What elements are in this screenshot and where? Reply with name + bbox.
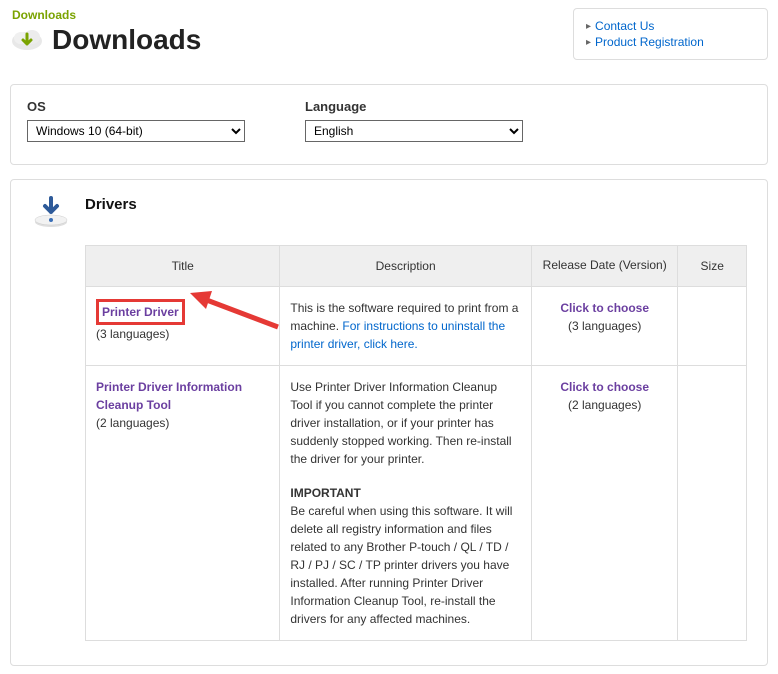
breadcrumb: Downloads bbox=[12, 8, 201, 22]
choose-languages: (3 languages) bbox=[568, 319, 641, 333]
caret-right-icon: ▸ bbox=[586, 21, 591, 32]
col-title: Title bbox=[86, 246, 280, 287]
driver-languages: (2 languages) bbox=[96, 416, 169, 430]
col-release: Release Date (Version) bbox=[531, 246, 678, 287]
size-cell bbox=[678, 286, 747, 365]
driver-description: Use Printer Driver Information Cleanup T… bbox=[290, 380, 511, 466]
click-to-choose-link[interactable]: Click to choose bbox=[560, 380, 649, 394]
links-box: ▸ Contact Us ▸ Product Registration bbox=[573, 8, 768, 60]
drivers-table: Title Description Release Date (Version)… bbox=[85, 245, 747, 641]
language-label: Language bbox=[305, 99, 523, 114]
selector-panel: OS Windows 10 (64-bit) Language English bbox=[10, 84, 768, 165]
table-row: Printer Driver Information Cleanup Tool … bbox=[86, 365, 747, 640]
os-select[interactable]: Windows 10 (64-bit) bbox=[27, 120, 245, 142]
choose-languages: (2 languages) bbox=[568, 398, 641, 412]
page-title: Downloads bbox=[52, 24, 201, 56]
drivers-panel: Drivers Title Description Release Date (… bbox=[10, 179, 768, 666]
driver-title-link[interactable]: Printer Driver bbox=[102, 305, 179, 319]
size-cell bbox=[678, 365, 747, 640]
arrow-annotation-icon bbox=[186, 285, 286, 335]
download-cloud-icon bbox=[10, 26, 44, 54]
driver-languages: (3 languages) bbox=[96, 327, 169, 341]
col-size: Size bbox=[678, 246, 747, 287]
driver-title-link[interactable]: Printer Driver Information Cleanup Tool bbox=[96, 380, 242, 412]
language-select[interactable]: English bbox=[305, 120, 523, 142]
caret-right-icon: ▸ bbox=[586, 37, 591, 48]
important-label: IMPORTANT bbox=[290, 484, 521, 502]
title-block: Downloads Downloads bbox=[10, 8, 201, 56]
drivers-heading: Drivers bbox=[85, 196, 137, 213]
col-description: Description bbox=[280, 246, 532, 287]
os-label: OS bbox=[27, 99, 245, 114]
contact-us-link[interactable]: Contact Us bbox=[595, 19, 654, 33]
click-to-choose-link[interactable]: Click to choose bbox=[560, 301, 649, 315]
product-registration-link[interactable]: Product Registration bbox=[595, 35, 704, 49]
table-row: Printer Driver (3 languages) This is the… bbox=[86, 286, 747, 365]
table-header-row: Title Description Release Date (Version)… bbox=[86, 246, 747, 287]
highlight-annotation: Printer Driver bbox=[96, 299, 185, 325]
important-text: Be careful when using this software. It … bbox=[290, 504, 512, 626]
drivers-icon bbox=[31, 196, 71, 233]
